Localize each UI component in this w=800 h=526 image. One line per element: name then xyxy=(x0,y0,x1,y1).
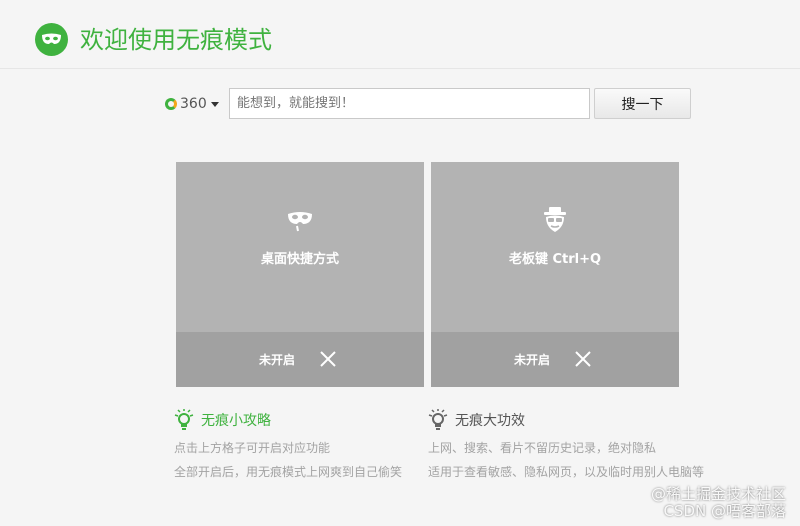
bulb-icon xyxy=(174,409,194,430)
tips-line: 上网、搜索、看片不留历史记录，绝对隐私 xyxy=(428,441,657,455)
close-icon[interactable] xyxy=(318,349,338,369)
card-footer: 未开启 xyxy=(176,332,424,387)
tips-line: 适用于查看敏感、隐私网页，以及临时用别人电脑等 xyxy=(428,465,705,479)
mask-icon xyxy=(35,23,68,56)
card-label: 老板键 Ctrl+Q xyxy=(508,252,602,267)
search-button[interactable]: 搜一下 xyxy=(594,88,691,119)
search-input[interactable] xyxy=(229,88,590,119)
card-status: 未开启 xyxy=(259,353,296,367)
tips-header: 无痕小攻略 xyxy=(174,408,434,432)
card-footer: 未开启 xyxy=(431,332,679,387)
search-engine-selector[interactable]: 360 xyxy=(165,94,219,114)
card-status: 未开启 xyxy=(514,353,551,367)
boss-icon xyxy=(544,207,566,232)
tips-line: 点击上方格子可开启对应功能 xyxy=(174,441,331,455)
card-boss-key[interactable]: 老板键 Ctrl+Q 未开启 xyxy=(431,162,679,387)
page-title: 欢迎使用无痕模式 xyxy=(80,26,272,54)
close-icon[interactable] xyxy=(573,349,593,369)
tips-title: 无痕小攻略 xyxy=(201,413,271,429)
mask-icon xyxy=(288,212,312,232)
tips-benefits: 无痕大功效 上网、搜索、看片不留历史记录，绝对隐私 适用于查看敏感、隐私网页，以… xyxy=(428,408,728,480)
bulb-icon xyxy=(428,409,448,430)
card-desktop-shortcut[interactable]: 桌面快捷方式 未开启 xyxy=(176,162,424,387)
search-bar: 360 搜一下 xyxy=(165,88,695,119)
tips-title: 无痕大功效 xyxy=(455,413,525,429)
tips-line: 全部开启后，用无痕模式上网爽到自己偷笑 xyxy=(174,465,403,479)
watermark: @稀土掘金技术社区 CSDN @唔客部落 xyxy=(651,486,786,520)
engine-label: 360 xyxy=(180,96,207,112)
card-label: 桌面快捷方式 xyxy=(260,252,339,267)
engine-logo-icon xyxy=(165,98,177,110)
watermark-line: @稀土掘金技术社区 xyxy=(650,485,786,503)
tips-header: 无痕大功效 xyxy=(428,408,728,432)
tips-guide: 无痕小攻略 点击上方格子可开启对应功能 全部开启后，用无痕模式上网爽到自己偷笑 xyxy=(174,408,434,480)
header: 欢迎使用无痕模式 xyxy=(0,0,800,69)
watermark-line: CSDN @唔客部落 xyxy=(663,502,786,520)
caret-down-icon xyxy=(210,101,219,107)
